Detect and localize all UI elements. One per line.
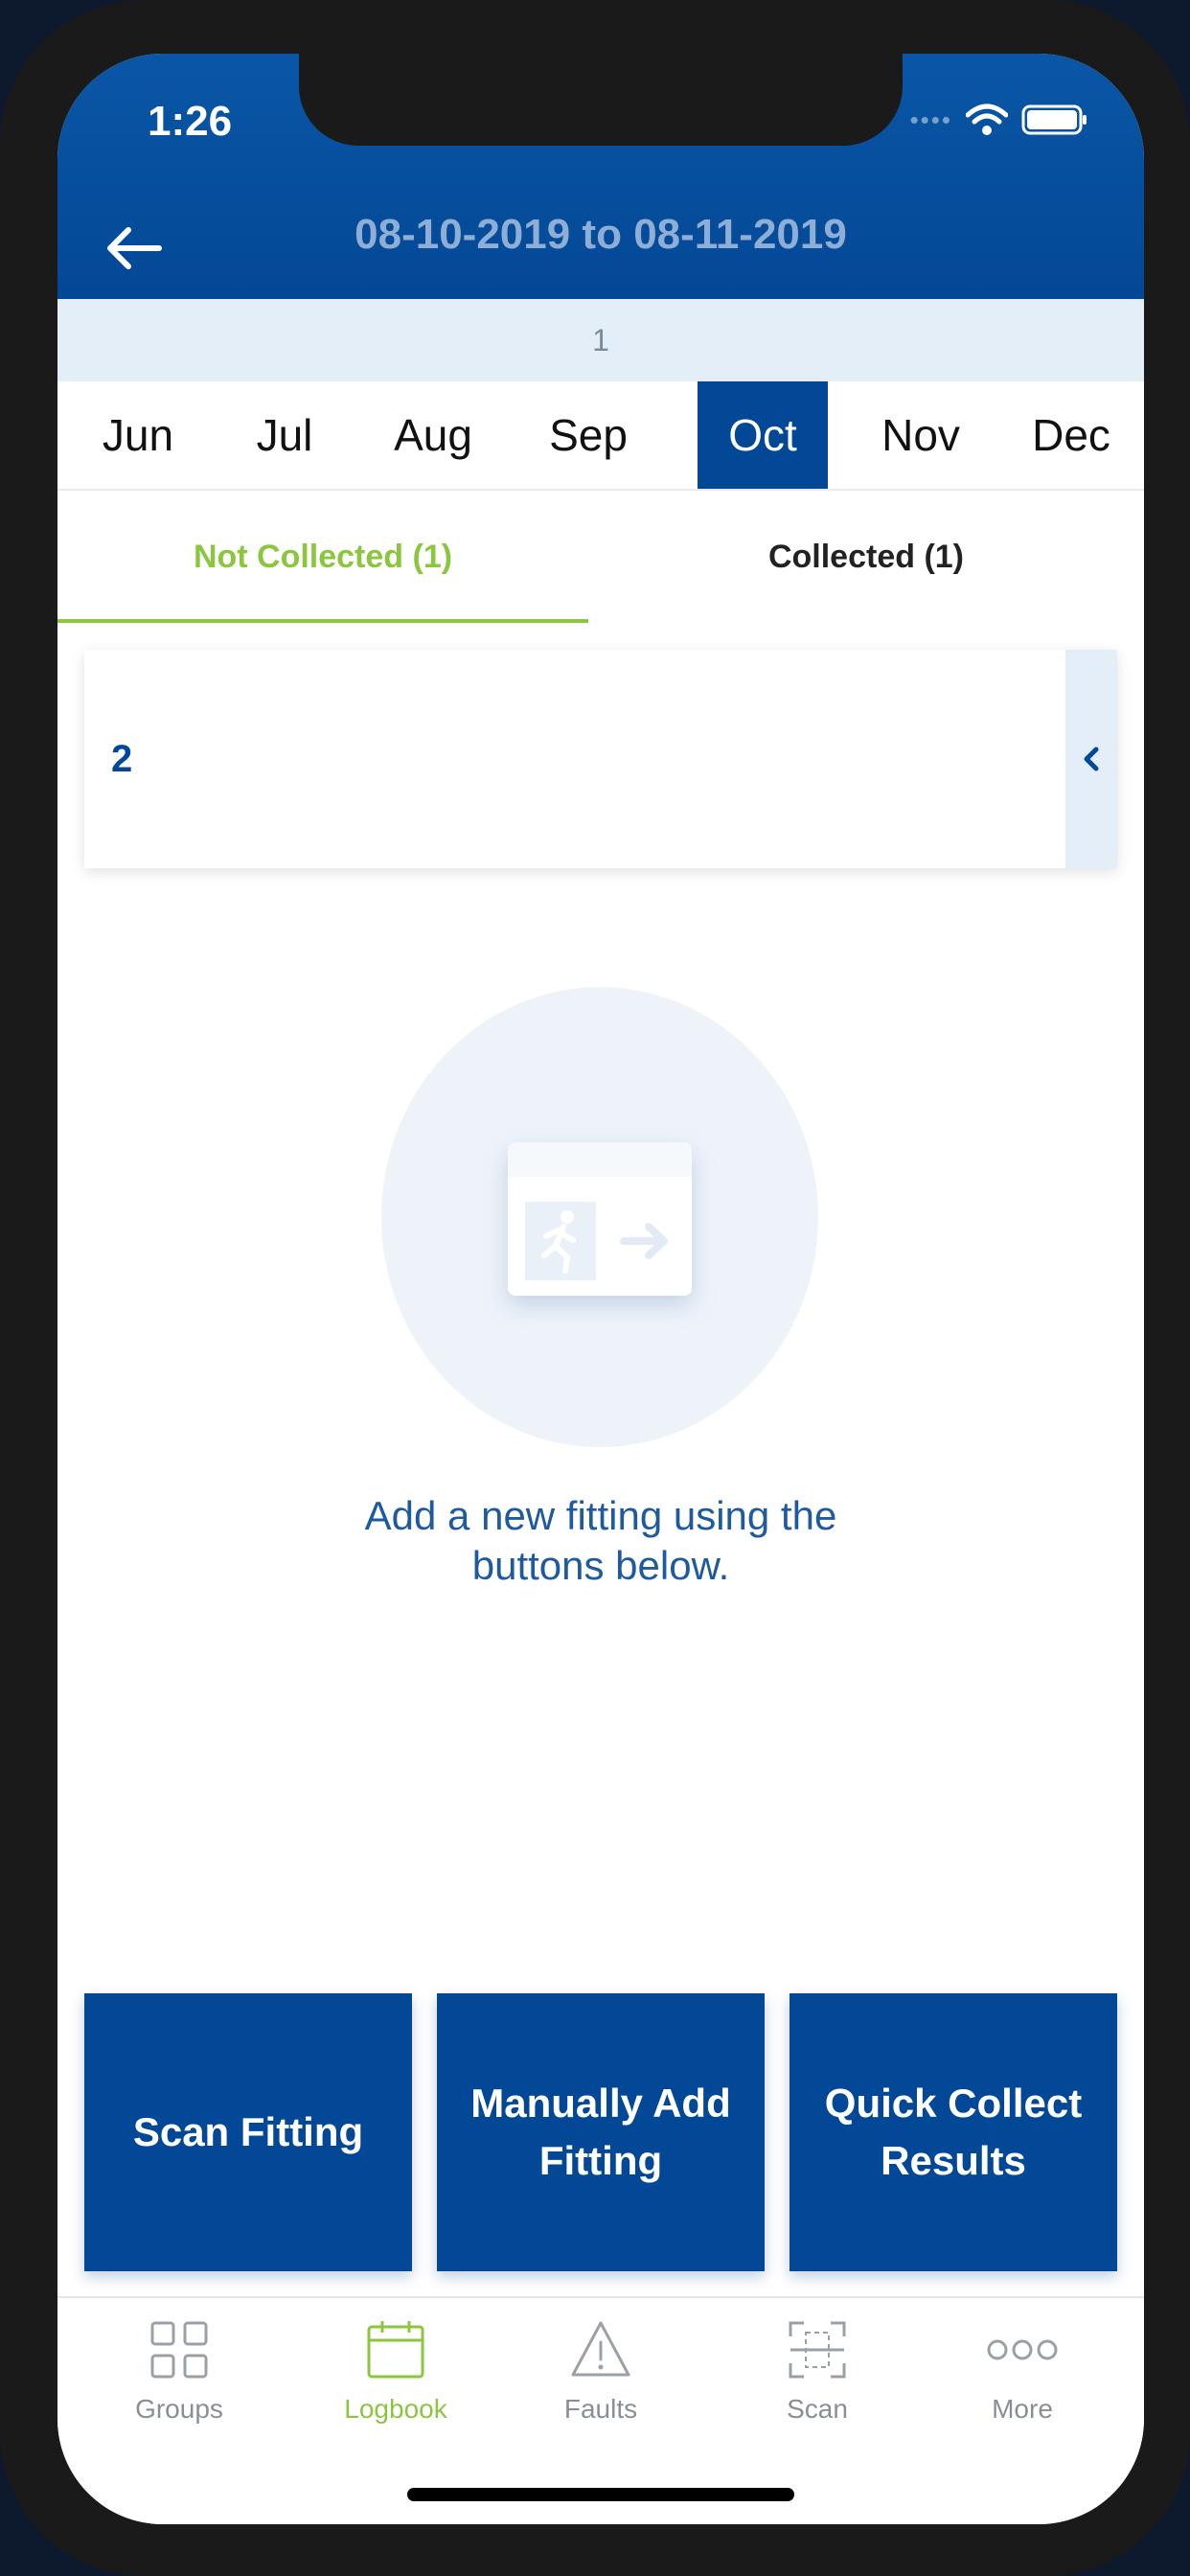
cellular-signal-icon: ••••: [909, 104, 952, 134]
battery-icon: [1021, 104, 1088, 136]
calendar-icon: [287, 2319, 504, 2386]
empty-state-message: Add a new fitting using the buttons belo…: [364, 1493, 837, 1588]
page-indicator: 1: [57, 299, 1144, 381]
tab-more[interactable]: More: [914, 2298, 1131, 2432]
month-selector: Jun Jul Aug Sep Oct Nov Dec: [57, 381, 1144, 491]
action-buttons: Scan Fitting Manually Add Fitting Quick …: [84, 1993, 1117, 2271]
exit-sign-icon: [508, 1142, 692, 1296]
status-indicators: ••••: [910, 104, 1088, 136]
quick-collect-results-button[interactable]: Quick Collect Results: [790, 1993, 1117, 2271]
exit-sign-top: [508, 1142, 692, 1177]
tab-more-label: More: [992, 2394, 1053, 2424]
scan-fitting-button[interactable]: Scan Fitting: [84, 1993, 412, 2271]
tab-logbook-label: Logbook: [344, 2394, 447, 2424]
tab-collected[interactable]: Collected (1): [588, 491, 1144, 629]
group-card[interactable]: 2: [84, 650, 1117, 868]
date-range-title: 08-10-2019 to 08-11-2019: [355, 211, 847, 258]
grid-icon: [71, 2319, 287, 2386]
tab-not-collected[interactable]: Not Collected (1): [57, 491, 588, 629]
tab-faults[interactable]: Faults: [492, 2298, 709, 2432]
more-dots-icon: [914, 2319, 1131, 2386]
tab-groups-label: Groups: [135, 2394, 223, 2424]
month-oct[interactable]: Oct: [698, 381, 828, 489]
tab-faults-label: Faults: [563, 2394, 638, 2424]
scan-frame-icon: [709, 2319, 926, 2386]
month-sep[interactable]: Sep: [515, 381, 661, 489]
status-time: 1:26: [148, 98, 233, 145]
tab-scan-label: Scan: [787, 2394, 848, 2424]
chevron-left-icon: [1084, 747, 1099, 771]
home-indicator: [407, 2488, 794, 2501]
month-nov[interactable]: Nov: [843, 381, 998, 489]
collection-tabs: Not Collected (1) Collected (1): [57, 491, 1144, 629]
quick-collect-results-label: Quick Collect Results: [824, 2081, 1083, 2183]
app-header: 1:26 •••• 08-10-2019 to 08-11-2019: [57, 54, 1144, 299]
exit-arrow-icon: [613, 1202, 680, 1280]
scan-fitting-label: Scan Fitting: [132, 2109, 364, 2154]
tab-logbook[interactable]: Logbook: [287, 2298, 504, 2432]
tab-scan[interactable]: Scan: [709, 2298, 926, 2432]
running-man-icon: [525, 1202, 596, 1280]
device-notch: [299, 54, 903, 146]
month-jun[interactable]: Jun: [57, 381, 218, 489]
group-number: 2: [111, 738, 133, 780]
month-aug[interactable]: Aug: [351, 381, 515, 489]
app-screen: 1:26 •••• 08-10-2019 to 08-11-2019 1 Jun…: [57, 54, 1144, 2524]
month-jul[interactable]: Jul: [218, 381, 351, 489]
device-frame: 1:26 •••• 08-10-2019 to 08-11-2019 1 Jun…: [0, 0, 1190, 2576]
manually-add-fitting-label: Manually Add Fitting: [470, 2081, 731, 2183]
tab-groups[interactable]: Groups: [71, 2298, 287, 2432]
group-expand-toggle[interactable]: [1065, 650, 1117, 868]
manually-add-fitting-button[interactable]: Manually Add Fitting: [437, 1993, 765, 2271]
active-tab-underline: [57, 619, 588, 623]
warning-triangle-icon: [492, 2319, 709, 2386]
month-dec[interactable]: Dec: [998, 381, 1144, 489]
wifi-icon: [966, 104, 1008, 136]
